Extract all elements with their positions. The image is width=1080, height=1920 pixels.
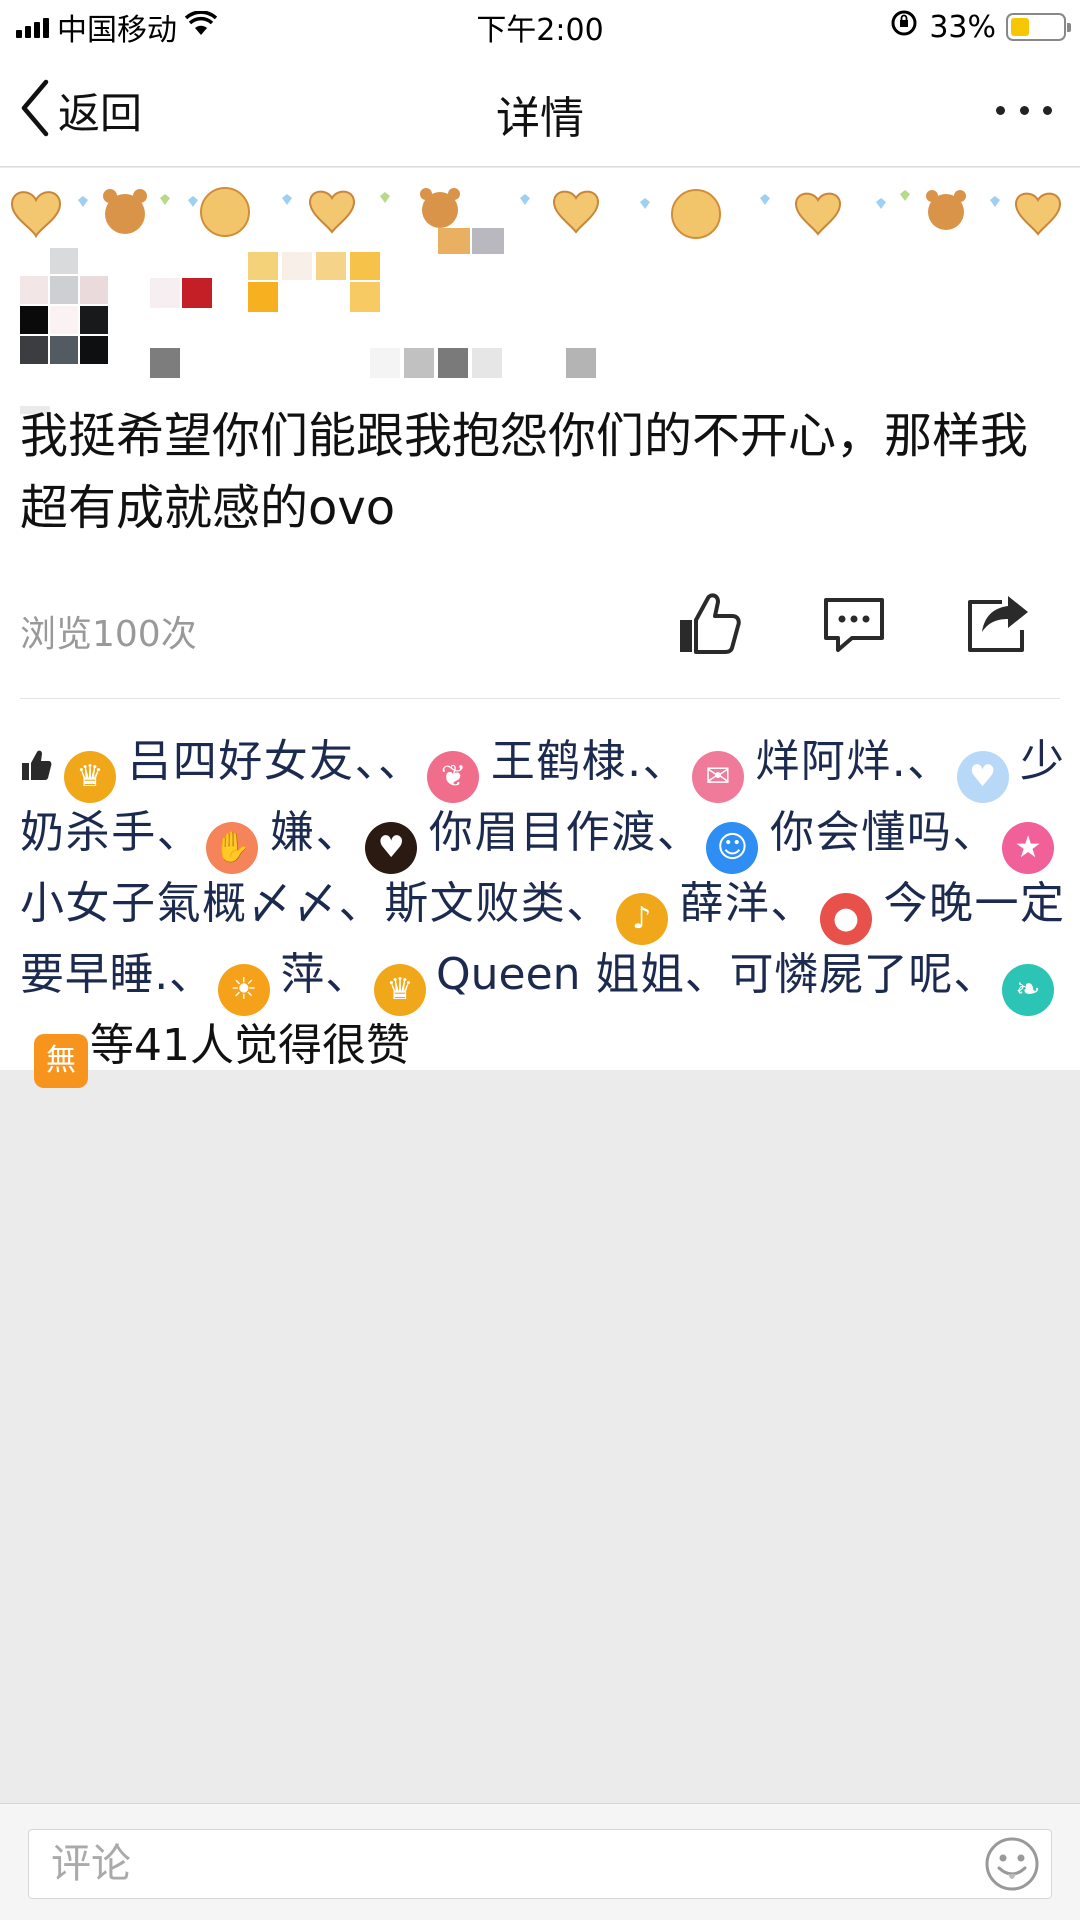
likes-summary: 等41人觉得很赞	[90, 1020, 410, 1071]
cookie-heart-icon	[794, 192, 842, 236]
hand-icon: ✋	[206, 822, 259, 874]
star-icon: ★	[1002, 822, 1055, 874]
status-right: 33%	[889, 8, 1071, 46]
crown-icon: ♛	[373, 964, 426, 1016]
cookie-heart-icon	[308, 190, 356, 234]
liked-user-name[interactable]: Queen 姐姐、可憐屍了呢、	[436, 949, 998, 1000]
emoji-icon[interactable]	[984, 1836, 1040, 1892]
more-icon[interactable]	[996, 92, 1052, 128]
post-text: 我挺希望你们能跟我抱怨你们的不开心，那样我超有成就感的ovo	[20, 408, 1029, 536]
envelope-heart-icon: ✉	[692, 751, 744, 803]
heart-icon: ♥	[365, 822, 418, 874]
battery-fill	[1011, 18, 1029, 36]
like-button[interactable]	[672, 588, 744, 660]
liked-user-name[interactable]: 王鹤棣.、	[489, 736, 688, 787]
nav-bar: 返回 详情	[0, 54, 1080, 167]
back-label: 返回	[58, 88, 143, 138]
comment-icon	[824, 598, 884, 652]
chevron-left-icon	[18, 78, 52, 142]
view-count: 浏览100次	[20, 614, 197, 655]
battery-icon	[1006, 13, 1071, 41]
like-icon	[680, 593, 741, 654]
share-button[interactable]	[962, 588, 1034, 660]
post-card: 我挺希望你们能跟我抱怨你们的不开心，那样我超有成就感的ovo 浏览100次 ♛ 吕…	[0, 168, 1080, 1088]
bear-cookie-icon	[926, 190, 966, 230]
liked-user-name[interactable]: 薛洋、	[678, 878, 816, 929]
liked-user-name[interactable]: 你眉目作渡、	[427, 807, 702, 858]
liked-user-name[interactable]: 小女子氣概〆〆、斯文败类、	[20, 878, 612, 929]
comment-bar: 评论	[0, 1803, 1080, 1920]
liked-users: ♛ 吕四好女友、、 ❦ 王鹤棣.、 ✉ 烊阿烊.、 ♥ 少奶杀手、 ✋ 嫌、 ♥ 你眉目作渡、 ☺ 你会懂…	[20, 736, 1064, 1016]
share-icon	[968, 596, 1028, 652]
divider	[20, 698, 1060, 699]
cat-icon: ☺	[706, 822, 759, 874]
cookie-heart-icon	[1014, 192, 1062, 236]
cookie-heart-icon	[552, 190, 600, 234]
status-left: 中国移动	[16, 5, 218, 49]
thumbs-up-icon	[20, 738, 52, 798]
status-bar: 中国移动 下午2:00 33%	[0, 0, 1080, 54]
crown-icon: ♛	[64, 751, 116, 803]
rotation-lock-icon	[889, 8, 919, 46]
wu-badge-icon: 無	[34, 1034, 88, 1088]
round-cookie-icon	[671, 189, 721, 239]
comment-button[interactable]	[818, 588, 890, 660]
page-title: 详情	[496, 93, 584, 144]
carrier-label: 中国移动	[57, 13, 177, 48]
signal-icon	[16, 16, 49, 38]
cherry-icon: ●	[819, 893, 872, 945]
comment-input[interactable]: 评论	[28, 1829, 1052, 1899]
liked-user-name[interactable]: 烊阿烊.、	[754, 736, 953, 787]
heart-icon: ♥	[956, 751, 1009, 803]
liked-user-name[interactable]: 你会懂吗、	[768, 807, 998, 858]
liked-user-name[interactable]: 嫌、	[268, 807, 361, 858]
wings-icon: ❦	[427, 751, 480, 803]
likes-list: ♛ 吕四好女友、、 ❦ 王鹤棣.、 ✉ 烊阿烊.、 ♥ 少奶杀手、 ✋ 嫌、 ♥ 你眉目作渡、 ☺ 你会懂…	[20, 732, 1064, 1088]
liked-user-name[interactable]: 吕四好女友、、	[126, 736, 423, 787]
back-button[interactable]: 返回	[18, 78, 142, 142]
bear-cookie-icon	[420, 188, 460, 228]
wifi-icon	[184, 9, 218, 45]
sun-icon: ☀	[217, 964, 270, 1016]
battery-percent: 33%	[929, 9, 996, 45]
leaf-icon: ❧	[1002, 964, 1054, 1016]
music-note-icon: ♪	[615, 893, 668, 945]
liked-user-name[interactable]: 萍、	[280, 949, 370, 1000]
